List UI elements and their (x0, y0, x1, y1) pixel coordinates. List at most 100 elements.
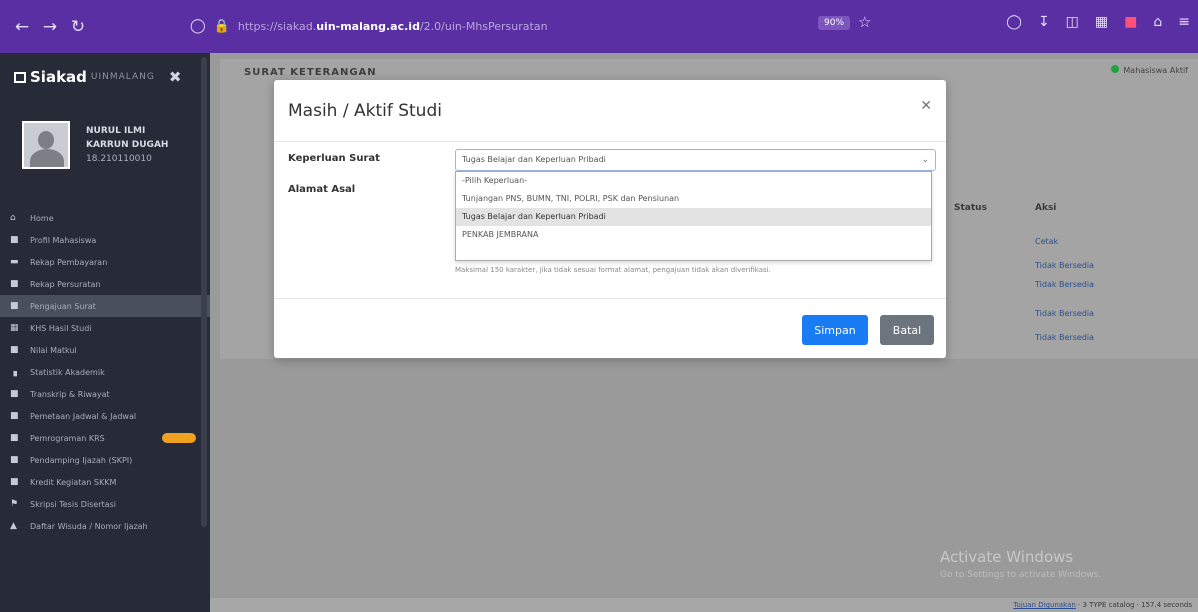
sidebar-item-label: Kredit Kegiatan SKKM (30, 477, 117, 487)
brand-logo-icon (14, 71, 26, 83)
menu-icon[interactable]: ≡ (1178, 14, 1190, 30)
online-status: Mahasiswa Aktif (1111, 65, 1188, 75)
zoom-badge[interactable]: 90% (818, 16, 851, 30)
grad-icon: ▲ (10, 521, 17, 531)
url-prefix: https://siakad. (237, 19, 317, 33)
dropdown-option[interactable]: -Pilih Keperluan- (456, 172, 931, 190)
sidebar-item-skpi[interactable]: ■ Pendamping Ijazah (SKPI) (0, 449, 210, 471)
activate-windows-subtitle: Go to Settings to activate Windows. (940, 570, 1102, 580)
dropdown-option[interactable]: PENKAB JEMBRANA (456, 226, 931, 244)
sidebar-item-label: Skripsi Tesis Disertasi (30, 499, 116, 509)
sidebar-item-home[interactable]: ⌂ Home (0, 207, 210, 229)
brand[interactable]: Siakad UINMALANG ✖ (0, 53, 210, 101)
library-icon[interactable]: ▦ (1095, 14, 1108, 30)
sidebar-item-label: Nilai Matkul (30, 345, 77, 355)
table-header-aksi: Aksi (1035, 203, 1057, 213)
sidebar-item-label: Statistik Akademik (30, 367, 105, 377)
table-row-aksi[interactable]: Tidak Bersedia (1035, 261, 1094, 270)
doc-icon: ■ (10, 345, 19, 355)
keperluan-select[interactable]: Tugas Belajar dan Keperluan Pribadi ⌄ (455, 149, 936, 171)
url-bar[interactable]: ◯ 🔒 https://siakad. uin-malang.ac.id/2.0/… (190, 10, 871, 42)
sidebar-item-label: Rekap Persuratan (30, 279, 101, 289)
url-host: uin-malang.ac.id (316, 19, 420, 33)
keperluan-dropdown: -Pilih Keperluan- Tunjangan PNS, BUMN, T… (455, 171, 932, 261)
doc-icon: ■ (10, 279, 19, 289)
card-icon: ▬ (10, 257, 19, 267)
online-dot-icon (1111, 65, 1120, 73)
profile-name-line2: KARRUN DUGAH (86, 140, 169, 150)
avatar (22, 121, 70, 169)
doc-icon: ■ (10, 433, 19, 443)
sidebar-item-label: Rekap Pembayaran (30, 257, 108, 267)
extension-icon[interactable]: ■ (1124, 14, 1137, 30)
sidebar-scrollbar[interactable] (201, 57, 207, 527)
sidebar-item-label: Pemrograman KRS (30, 433, 105, 443)
sidebar-item-pengajuan-surat[interactable]: ■ Pengajuan Surat (0, 295, 210, 317)
profile-info: NURUL ILMI KARRUN DUGAH 18.210110010 (86, 124, 168, 166)
close-sidebar-icon[interactable]: ✖ (169, 68, 182, 86)
table-row-aksi[interactable]: Tidak Bersedia (1035, 309, 1094, 318)
chart-icon: ▗ (10, 367, 17, 377)
sidebar-item-label: Pengajuan Surat (30, 301, 96, 311)
doc-icon: ■ (10, 455, 19, 465)
user-icon: ■ (10, 235, 19, 245)
bookmark-star-icon[interactable]: ☆ (858, 13, 871, 31)
sidebar-item-khs[interactable]: ▦ KHS Hasil Studi (0, 317, 210, 339)
dropdown-option[interactable]: Tunjangan PNS, BUMN, TNI, POLRI, PSK dan… (456, 190, 931, 208)
sidebar-item-pemrograman-krs[interactable]: ■ Pemrograman KRS (0, 427, 210, 449)
close-icon[interactable]: ✕ (920, 98, 932, 114)
modal-header: Masih / Aktif Studi (274, 80, 946, 142)
keperluan-label: Keperluan Surat (288, 153, 380, 164)
account-icon[interactable]: ⌂ (1153, 14, 1162, 30)
sidebar-item-label: Pendamping Ijazah (SKPI) (30, 455, 133, 465)
chevron-down-icon: ⌄ (921, 155, 929, 165)
sidebar-item-pemetaan[interactable]: ■ Pemetaan Jadwal & Jadwal (0, 405, 210, 427)
new-badge (162, 433, 196, 443)
flag-icon: ⚑ (10, 499, 19, 509)
browser-extensions: ◯ ↧ ◫ ▦ ■ ⌂ ≡ (1006, 14, 1190, 30)
profile-name-line1: NURUL ILMI (86, 126, 146, 136)
sidebar-toggle-icon[interactable]: ◫ (1066, 14, 1079, 30)
table-header-status: Status (954, 203, 987, 213)
sidebar-item-skripsi[interactable]: ⚑ Skripsi Tesis Disertasi (0, 493, 210, 515)
sidebar-item-profil[interactable]: ■ Profil Mahasiswa (0, 229, 210, 251)
doc-icon: ■ (10, 389, 19, 399)
table-row-aksi[interactable]: Tidak Bersedia (1035, 333, 1094, 342)
footer-info: 3 TYPE catalog · 157.4 seconds (1082, 601, 1193, 609)
reload-icon[interactable]: ↻ (64, 13, 92, 41)
lock-icon: 🔒 (213, 18, 230, 34)
forward-icon[interactable]: → (36, 13, 64, 41)
sidebar-item-nilai[interactable]: ■ Nilai Matkul (0, 339, 210, 361)
download-icon[interactable]: ↧ (1038, 14, 1050, 30)
shield-icon: ◯ (190, 18, 206, 34)
online-label: Mahasiswa Aktif (1123, 66, 1188, 75)
url-path: /2.0/uin-MhsPersuratan (419, 19, 548, 33)
section-title: SURAT KETERANGAN (244, 67, 377, 78)
alamat-label: Alamat Asal (288, 184, 356, 195)
alamat-hint: Maksimal 150 karakter, jika tidak sesuai… (455, 266, 771, 274)
sidebar-item-skkm[interactable]: ■ Kredit Kegiatan SKKM (0, 471, 210, 493)
sidebar-item-rekap-persuratan[interactable]: ■ Rekap Persuratan (0, 273, 210, 295)
footer-link[interactable]: Tujuan Digunakan (1013, 601, 1076, 609)
sidebar-menu: ⌂ Home ■ Profil Mahasiswa ▬ Rekap Pembayara… (0, 207, 210, 537)
sidebar-item-transkrip[interactable]: ■ Transkrip & Riwayat (0, 383, 210, 405)
pocket-icon[interactable]: ◯ (1006, 14, 1022, 30)
batal-button[interactable]: Batal (880, 315, 934, 345)
sidebar-item-wisuda[interactable]: ▲ Daftar Wisuda / Nomor Ijazah (0, 515, 210, 537)
sidebar-item-rekap-pembayaran[interactable]: ▬ Rekap Pembayaran (0, 251, 210, 273)
sidebar-item-label: Transkrip & Riwayat (30, 389, 110, 399)
sidebar-item-label: Profil Mahasiswa (30, 235, 97, 245)
dropdown-option-selected[interactable]: Tugas Belajar dan Keperluan Pribadi (456, 208, 931, 226)
activate-windows-title: Activate Windows (940, 548, 1074, 566)
back-icon[interactable]: ← (8, 13, 36, 41)
table-row-aksi[interactable]: Tidak Bersedia (1035, 280, 1094, 289)
table-row-aksi[interactable]: Cetak (1035, 237, 1058, 246)
modal-dialog: Masih / Aktif Studi ✕ Keperluan Surat Al… (274, 80, 946, 358)
home-icon: ⌂ (10, 213, 16, 223)
simpan-button[interactable]: Simpan (802, 315, 868, 345)
sidebar-item-label: Home (30, 213, 54, 223)
sidebar-item-statistik[interactable]: ▗ Statistik Akademik (0, 361, 210, 383)
brand-title: Siakad (30, 68, 87, 86)
doc-icon: ■ (10, 411, 19, 421)
select-value: Tugas Belajar dan Keperluan Pribadi (462, 155, 606, 164)
